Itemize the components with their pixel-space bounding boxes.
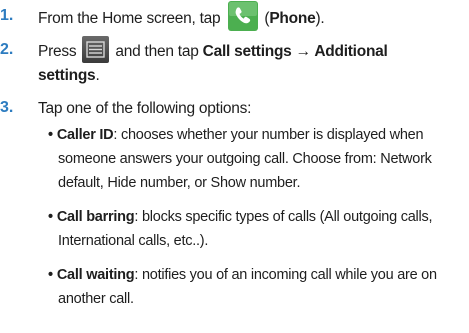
step-1-text: From the Home screen, tap (Phone). xyxy=(38,1,325,31)
step-number: 1. xyxy=(0,7,14,24)
phone-icon xyxy=(228,1,259,31)
step-2-text-line-2: settings. xyxy=(38,67,100,84)
step-3-text: Tap one of the following options: xyxy=(38,100,252,117)
step-number: 3. xyxy=(0,99,14,116)
step-number: 2. xyxy=(0,41,14,58)
step-2-text-line-1: Press and then tap Call settings → Additi… xyxy=(38,36,388,63)
menu-icon xyxy=(82,36,110,63)
